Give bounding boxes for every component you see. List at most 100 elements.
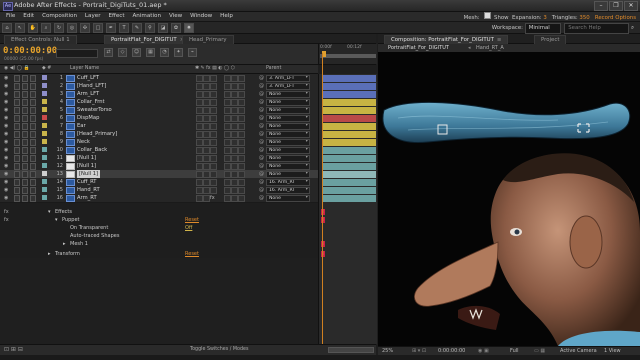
search-help-input[interactable]: Search Help xyxy=(564,23,630,34)
label-color-swatch[interactable] xyxy=(42,195,47,200)
puppet-effect[interactable]: fx ▾ Puppet Reset xyxy=(0,216,318,224)
parent-header[interactable]: Parent xyxy=(266,65,281,73)
visibility-eye-icon[interactable]: ◉ xyxy=(4,107,8,113)
solo-toggle-icon[interactable] xyxy=(22,123,28,130)
solo-toggle-icon[interactable] xyxy=(22,195,28,202)
pick-whip-icon[interactable]: @ xyxy=(259,91,264,97)
collapse-switch-icon[interactable] xyxy=(203,75,210,82)
pick-whip-icon[interactable]: @ xyxy=(259,195,264,201)
camera-tool-icon[interactable]: ◎ xyxy=(67,23,77,33)
motion-blur-icon[interactable]: ◔ xyxy=(160,48,169,57)
menu-edit[interactable]: Edit xyxy=(23,12,34,21)
adjustment-switch-icon[interactable] xyxy=(231,163,238,170)
parent-select[interactable]: 16. Arm_RT xyxy=(266,187,310,194)
motion-blur-switch-icon[interactable] xyxy=(224,163,231,170)
tab-project[interactable]: Project xyxy=(534,35,567,44)
draft-3d-icon[interactable]: ◇ xyxy=(118,48,127,57)
motion-blur-switch-icon[interactable] xyxy=(224,155,231,162)
text-tool-icon[interactable]: T xyxy=(119,23,129,33)
layer-duration-bar[interactable] xyxy=(322,194,376,202)
3d-switch-icon[interactable] xyxy=(238,75,245,82)
parent-select[interactable]: 3. Arm_LFT xyxy=(266,83,310,90)
3d-switch-icon[interactable] xyxy=(238,99,245,106)
record-options-link[interactable]: Record Options xyxy=(595,15,636,21)
label-color-swatch[interactable] xyxy=(42,99,47,104)
adjustment-switch-icon[interactable] xyxy=(231,187,238,194)
audio-toggle-icon[interactable] xyxy=(14,131,20,138)
shape-tool-icon[interactable]: □ xyxy=(93,23,103,33)
visibility-eye-icon[interactable]: ◉ xyxy=(4,163,8,169)
expand-arrow-icon[interactable]: ▸ xyxy=(63,240,66,248)
shy-switch-icon[interactable] xyxy=(196,115,203,122)
parent-select[interactable]: None xyxy=(266,107,310,114)
collapse-switch-icon[interactable] xyxy=(203,115,210,122)
3d-switch-icon[interactable] xyxy=(238,91,245,98)
audio-toggle-icon[interactable] xyxy=(14,91,20,98)
solo-toggle-icon[interactable] xyxy=(22,131,28,138)
audio-toggle-icon[interactable] xyxy=(14,155,20,162)
collapse-switch-icon[interactable] xyxy=(203,155,210,162)
label-color-swatch[interactable] xyxy=(42,83,47,88)
effect-switch-icon[interactable] xyxy=(210,91,217,98)
3d-switch-icon[interactable] xyxy=(238,139,245,146)
visibility-eye-icon[interactable]: ◉ xyxy=(4,147,8,153)
effect-switch-icon[interactable] xyxy=(210,115,217,122)
label-color-swatch[interactable] xyxy=(42,187,47,192)
parent-select[interactable]: None xyxy=(266,171,310,178)
shy-switch-icon[interactable] xyxy=(196,155,203,162)
layer-name[interactable]: Cuff_LFT xyxy=(77,74,99,82)
menu-window[interactable]: Window xyxy=(190,12,212,21)
menu-composition[interactable]: Composition xyxy=(42,12,77,21)
collapse-switch-icon[interactable] xyxy=(203,179,210,186)
3d-switch-icon[interactable] xyxy=(238,147,245,154)
layer-name[interactable]: Cuff_RT xyxy=(77,178,96,186)
shy-switch-icon[interactable] xyxy=(196,187,203,194)
effect-switch-icon[interactable] xyxy=(210,163,217,170)
adjustment-switch-icon[interactable] xyxy=(231,179,238,186)
visibility-eye-icon[interactable]: ◉ xyxy=(4,83,8,89)
effect-switch-icon[interactable] xyxy=(210,155,217,162)
audio-toggle-icon[interactable] xyxy=(14,99,20,106)
time-ruler[interactable]: 0:00f 00:12f xyxy=(318,44,377,64)
transform-group[interactable]: ▸ Transform Reset xyxy=(0,250,318,258)
3d-switch-icon[interactable] xyxy=(238,115,245,122)
audio-toggle-icon[interactable] xyxy=(14,179,20,186)
lock-toggle-icon[interactable] xyxy=(30,139,36,146)
adjustment-switch-icon[interactable] xyxy=(231,139,238,146)
label-color-swatch[interactable] xyxy=(42,163,47,168)
graph-editor-icon[interactable]: ⌁ xyxy=(188,48,197,57)
brush-tool-icon[interactable]: ✎ xyxy=(132,23,142,33)
audio-toggle-icon[interactable] xyxy=(14,115,20,122)
visibility-eye-icon[interactable]: ◉ xyxy=(4,171,8,177)
puppet-reset-link[interactable]: Reset xyxy=(185,216,199,224)
lock-toggle-icon[interactable] xyxy=(30,107,36,114)
adjustment-switch-icon[interactable] xyxy=(231,155,238,162)
layer-name-header[interactable]: Layer Name xyxy=(70,65,99,73)
effect-switch-icon[interactable] xyxy=(210,187,217,194)
home-tool-icon[interactable]: ⌂ xyxy=(2,23,12,33)
collapse-switch-icon[interactable] xyxy=(203,139,210,146)
visibility-eye-icon[interactable]: ◉ xyxy=(4,139,8,145)
motion-blur-switch-icon[interactable] xyxy=(224,99,231,106)
lock-toggle-icon[interactable] xyxy=(30,83,36,90)
pick-whip-icon[interactable]: @ xyxy=(259,171,264,177)
solo-toggle-icon[interactable] xyxy=(22,139,28,146)
solo-toggle-icon[interactable] xyxy=(22,75,28,82)
shy-switch-icon[interactable] xyxy=(196,147,203,154)
adjustment-switch-icon[interactable] xyxy=(231,131,238,138)
pick-whip-icon[interactable]: @ xyxy=(259,179,264,185)
parent-select[interactable]: None xyxy=(266,123,310,130)
collapse-switch-icon[interactable] xyxy=(203,171,210,178)
label-color-swatch[interactable] xyxy=(42,115,47,120)
workspace-select[interactable]: Minimal xyxy=(524,23,561,34)
parent-select[interactable]: 3. Arm_LFT xyxy=(266,75,310,82)
solo-toggle-icon[interactable] xyxy=(22,91,28,98)
adjustment-switch-icon[interactable] xyxy=(231,83,238,90)
selection-tool-icon[interactable]: ↖ xyxy=(15,23,25,33)
label-color-swatch[interactable] xyxy=(42,139,47,144)
layer-duration-bar[interactable] xyxy=(322,98,376,106)
layer-duration-bar[interactable] xyxy=(322,146,376,154)
parent-select[interactable]: None xyxy=(266,91,310,98)
visibility-eye-icon[interactable]: ◉ xyxy=(4,179,8,185)
visibility-eye-icon[interactable]: ◉ xyxy=(4,187,8,193)
